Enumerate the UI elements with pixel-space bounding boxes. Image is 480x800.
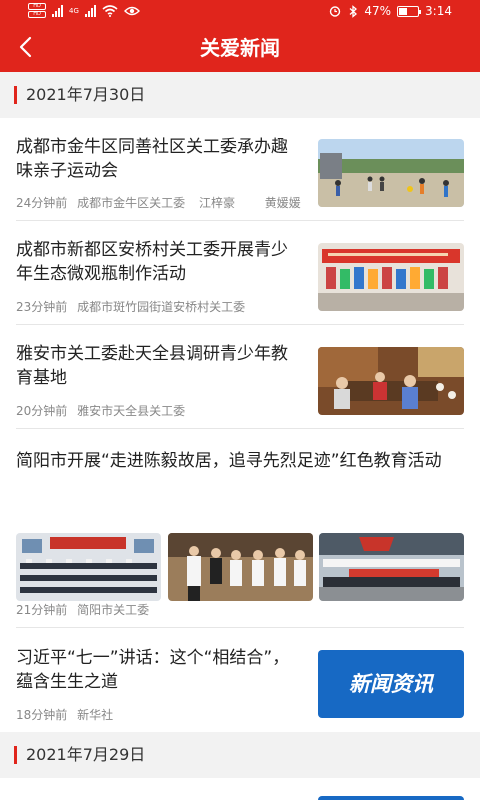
news-image-row: [16, 533, 464, 601]
news-item[interactable]: 成都市新都区安桥村关工委开展青少年生态微观瓶制作活动 23分钟前 成都市斑竹园街…: [16, 221, 464, 325]
news-headline[interactable]: 成都市新都区安桥村关工委开展青少年生态微观瓶制作活动: [16, 238, 304, 286]
eye-icon: [123, 6, 140, 15]
battery-percent: 47%: [364, 4, 392, 18]
news-meta: 21分钟前 简阳市关工委: [16, 601, 149, 618]
news-item[interactable]: 雅安市关工委赴天全县调研青少年教育基地 20分钟前 雅安市天全县关工委: [16, 325, 464, 429]
news-author: 黄媛媛: [264, 196, 301, 210]
news-time: 24分钟前: [16, 196, 68, 210]
sim1-label: HD: [28, 3, 46, 10]
news-thumbnail[interactable]: [318, 243, 464, 311]
date-marker: [14, 746, 17, 764]
news-time: 18分钟前: [16, 708, 68, 722]
signal-icon: [52, 4, 63, 17]
news-thumbnail[interactable]: [16, 533, 161, 601]
news-meta: 18分钟前 新华社: [16, 706, 113, 723]
news-thumbnail[interactable]: [319, 533, 464, 601]
date-label: 2021年7月30日: [26, 85, 146, 104]
news-thumbnail[interactable]: [318, 347, 464, 415]
news-item[interactable]: 成都市金牛区同善社区关工委承办趣味亲子运动会 24分钟前 成都市金牛区关工委 江…: [16, 118, 464, 221]
news-thumbnail[interactable]: [318, 796, 464, 800]
news-time: 23分钟前: [16, 300, 68, 314]
news-meta: 23分钟前 成都市斑竹园街道安桥村关工委: [16, 298, 245, 315]
news-source: 新华社: [77, 708, 114, 722]
news-time: 20分钟前: [16, 404, 68, 418]
sim2-label: HD: [28, 11, 46, 18]
signal-icon-2: [84, 4, 96, 17]
news-thumbnail[interactable]: [167, 533, 313, 601]
news-author: 江梓豪: [198, 196, 235, 210]
news-meta: 20分钟前 雅安市天全县关工委: [16, 402, 185, 419]
app-header: 关爱新闻: [0, 24, 480, 72]
sim-card-icon: HD HD: [28, 3, 46, 18]
alarm-icon: [330, 6, 341, 17]
date-divider: 2021年7月30日: [0, 72, 480, 118]
date-divider: 2021年7月29日: [0, 732, 480, 778]
news-source: 简阳市关工委: [77, 603, 150, 617]
date-label: 2021年7月29日: [26, 745, 146, 764]
news-headline[interactable]: 成都市金牛区同善社区关工委承办趣味亲子运动会: [16, 135, 304, 183]
news-thumbnail[interactable]: 新闻资讯: [318, 650, 464, 718]
news-time: 21分钟前: [16, 603, 68, 617]
news-headline[interactable]: 简阳市开展“走进陈毅故居，追寻先烈足迹”红色教育活动: [16, 449, 464, 473]
network-type: 4G: [69, 6, 79, 15]
bluetooth-icon: [349, 4, 358, 18]
news-source: 雅安市天全县关工委: [77, 404, 186, 418]
wifi-icon: [102, 4, 118, 17]
news-meta: 24分钟前 成都市金牛区关工委 江梓豪 黄媛媛: [16, 194, 301, 211]
status-bar: HD HD 4G 47% 3:14: [0, 0, 480, 24]
clock: 3:14: [425, 4, 452, 18]
news-item[interactable]: 简阳市开展“走进陈毅故居，追寻先烈足迹”红色教育活动 21分钟前 简阳市关工委: [16, 429, 464, 628]
news-headline[interactable]: 习近平“七一”讲话：这个“相结合”，蕴含生生之道: [16, 646, 304, 694]
news-source: 成都市金牛区关工委: [77, 196, 186, 210]
news-source: 成都市斑竹园街道安桥村关工委: [77, 300, 246, 314]
news-item-partial[interactable]: [0, 778, 480, 800]
news-item[interactable]: 习近平“七一”讲话：这个“相结合”，蕴含生生之道 18分钟前 新华社 新闻资讯: [16, 628, 464, 732]
news-thumbnail[interactable]: [318, 139, 464, 207]
page-title: 关爱新闻: [200, 36, 280, 60]
date-marker: [14, 86, 17, 104]
news-headline[interactable]: 雅安市关工委赴天全县调研青少年教育基地: [16, 342, 304, 390]
back-arrow-icon[interactable]: [14, 34, 40, 60]
battery-icon: [397, 5, 422, 17]
